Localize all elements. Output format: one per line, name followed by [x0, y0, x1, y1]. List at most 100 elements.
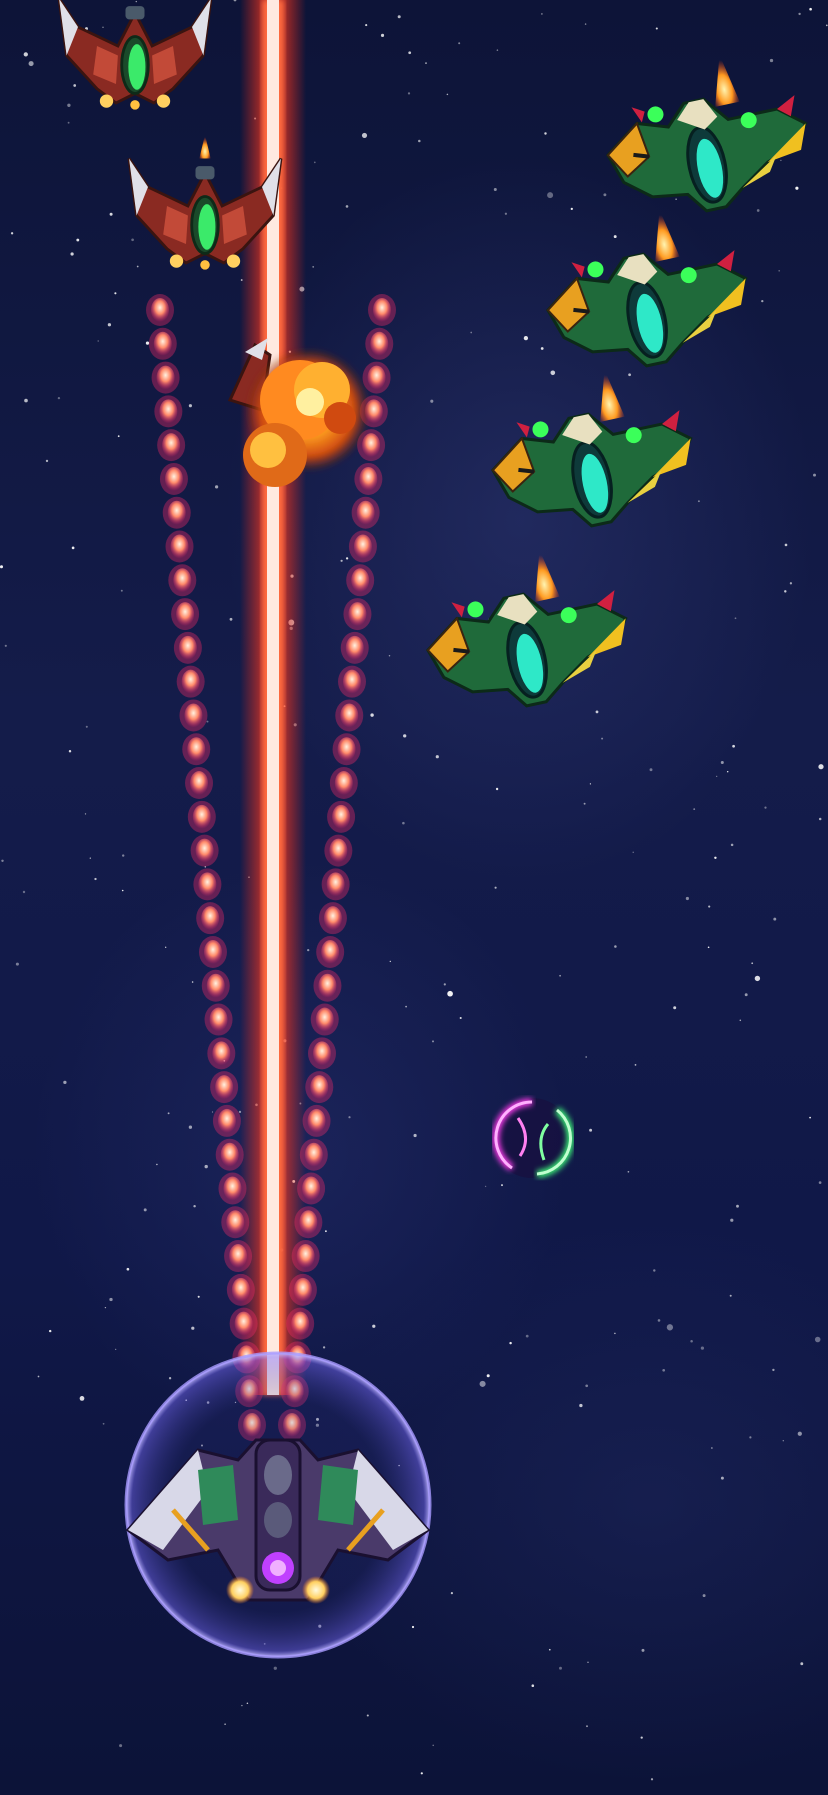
star	[632, 851, 634, 853]
enemy-green-fighter[interactable]	[530, 193, 762, 386]
bullet	[179, 699, 208, 732]
star	[628, 373, 631, 377]
star	[229, 617, 233, 621]
star	[657, 1319, 661, 1322]
bullet	[148, 327, 177, 360]
star	[102, 26, 104, 28]
game-scene[interactable]	[0, 0, 828, 1795]
star	[135, 0, 137, 3]
star	[772, 1368, 775, 1372]
star	[312, 266, 315, 268]
red-fighter-icon	[57, 0, 213, 112]
star	[45, 459, 49, 463]
bullet	[365, 327, 394, 360]
star	[233, 0, 237, 2]
bullet	[297, 1172, 326, 1205]
star	[780, 159, 782, 162]
star	[345, 205, 349, 208]
star	[739, 1019, 742, 1022]
star	[627, 1170, 630, 1173]
star	[224, 1723, 226, 1725]
star	[458, 42, 461, 45]
star	[4, 644, 7, 647]
bullet	[335, 699, 364, 732]
green-fighter-icon	[590, 38, 822, 231]
bullet	[215, 1138, 244, 1171]
star	[68, 750, 72, 753]
star	[825, 24, 828, 27]
star	[430, 399, 434, 403]
star	[707, 946, 710, 949]
star	[509, 1341, 512, 1345]
bullet	[185, 767, 214, 800]
bullet	[204, 1003, 233, 1036]
bullet	[368, 294, 396, 326]
bullet	[318, 902, 347, 935]
enemy-green-fighter[interactable]	[475, 353, 707, 546]
star	[84, 813, 87, 815]
star	[486, 1374, 490, 1378]
bullet	[165, 530, 194, 563]
star	[711, 1447, 713, 1449]
bullet	[151, 361, 180, 394]
enemy-exploding[interactable]	[227, 338, 370, 487]
star	[655, 27, 658, 30]
explosion-icon	[243, 348, 370, 487]
star	[720, 1476, 724, 1480]
bullet	[154, 395, 183, 428]
star	[685, 896, 689, 901]
bullet	[327, 800, 356, 833]
player[interactable]	[124, 1351, 432, 1659]
star	[479, 1380, 486, 1387]
bullet	[162, 496, 191, 529]
star	[603, 193, 607, 197]
star	[501, 1184, 503, 1187]
bullet	[198, 935, 227, 968]
bullet	[332, 733, 361, 766]
star	[634, 1064, 637, 1066]
bullet	[210, 1071, 239, 1104]
star	[431, 1040, 435, 1043]
star	[372, 1324, 376, 1328]
bullet	[286, 1307, 315, 1340]
star	[585, 1056, 588, 1058]
star	[813, 473, 816, 477]
star	[640, 1736, 643, 1739]
star	[814, 1336, 821, 1343]
star	[119, 1744, 123, 1748]
star	[484, 1185, 487, 1188]
star	[345, 557, 349, 560]
star	[730, 1218, 734, 1222]
game-canvas[interactable]	[0, 0, 828, 1795]
bullet	[207, 1037, 236, 1070]
star	[732, 744, 735, 748]
star	[798, 12, 801, 16]
star	[307, 948, 310, 952]
star	[653, 1269, 656, 1272]
bullet	[338, 665, 366, 698]
powerup-orb[interactable]	[492, 1098, 574, 1178]
star	[85, 725, 88, 728]
star	[797, 1431, 802, 1436]
star	[63, 1080, 67, 1085]
star	[67, 121, 70, 124]
star	[131, 238, 134, 242]
bullet	[329, 767, 358, 800]
bullet	[187, 800, 216, 833]
enemy-green-fighter[interactable]	[590, 38, 822, 231]
star	[211, 1111, 214, 1113]
star	[109, 212, 113, 216]
enemy-green-fighter[interactable]	[410, 533, 642, 726]
star	[165, 946, 167, 948]
enemy-red-fighter[interactable]	[57, 0, 213, 112]
star	[495, 787, 499, 791]
star	[730, 843, 734, 847]
star	[547, 192, 554, 199]
star	[193, 1204, 196, 1208]
bullet	[157, 429, 186, 462]
star	[126, 1267, 130, 1271]
star	[531, 1684, 535, 1687]
star	[71, 546, 75, 550]
bullet	[224, 1240, 253, 1273]
bullet	[324, 834, 353, 867]
